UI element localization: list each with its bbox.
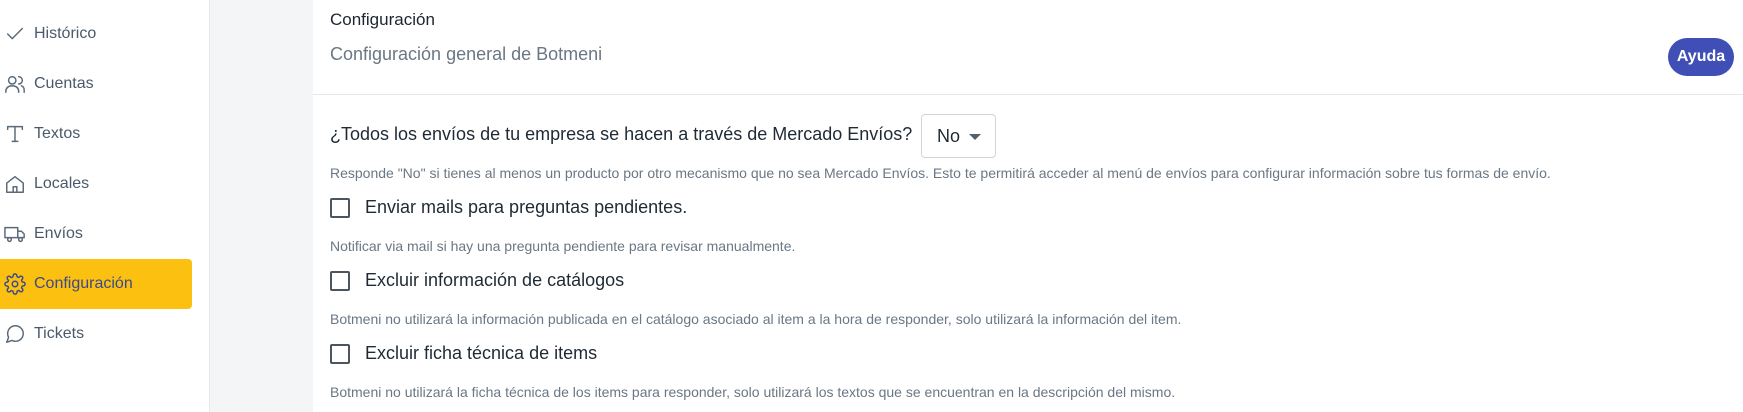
help-button[interactable]: Ayuda bbox=[1668, 38, 1734, 76]
option-pending-mails[interactable]: Enviar mails para preguntas pendientes. bbox=[330, 197, 687, 218]
sidebar-item-label: Textos bbox=[34, 125, 81, 142]
truck-icon bbox=[2, 221, 28, 247]
exclude-specs-hint: Botmeni no utilizará la ficha técnica de… bbox=[330, 384, 1176, 400]
pending-mails-label: Enviar mails para preguntas pendientes. bbox=[365, 197, 688, 217]
sidebar: Histórico Cuentas Textos Locales Envíos … bbox=[0, 0, 210, 412]
page-title: Configuración bbox=[330, 10, 435, 29]
sidebar-item-cuentas[interactable]: Cuentas bbox=[0, 59, 192, 109]
shipping-question: ¿Todos los envíos de tu empresa se hacen… bbox=[330, 124, 913, 144]
page-subtitle: Configuración general de Botmeni bbox=[330, 44, 603, 64]
sidebar-item-label: Envíos bbox=[34, 225, 83, 242]
sidebar-item-configuracion[interactable]: Configuración bbox=[0, 259, 192, 309]
exclude-specs-label: Excluir ficha técnica de items bbox=[365, 343, 598, 363]
option-exclude-specs[interactable]: Excluir ficha técnica de items bbox=[330, 343, 597, 364]
home-icon bbox=[2, 171, 28, 197]
shipping-hint: Responde "No" si tienes al menos un prod… bbox=[330, 165, 1551, 181]
sidebar-item-envios[interactable]: Envíos bbox=[0, 209, 192, 259]
page-header: Configuración Configuración general de B… bbox=[313, 0, 1743, 95]
sidebar-item-label: Tickets bbox=[34, 325, 85, 342]
exclude-catalogs-label: Excluir información de catálogos bbox=[365, 270, 625, 290]
exclude-catalogs-hint: Botmeni no utilizará la información publ… bbox=[330, 311, 1182, 327]
sidebar-item-tickets[interactable]: Tickets bbox=[0, 309, 192, 359]
chat-icon bbox=[2, 321, 28, 347]
sidebar-item-label: Cuentas bbox=[34, 75, 94, 92]
content-gutter bbox=[210, 0, 313, 412]
check-icon bbox=[2, 21, 28, 47]
sidebar-item-locales[interactable]: Locales bbox=[0, 159, 192, 209]
caret-down-icon bbox=[969, 134, 981, 140]
exclude-specs-checkbox[interactable] bbox=[330, 343, 350, 364]
shipping-select-value: No bbox=[937, 125, 961, 146]
sidebar-item-label: Configuración bbox=[34, 275, 133, 292]
sidebar-item-label: Locales bbox=[34, 175, 90, 192]
sidebar-item-label: Histórico bbox=[34, 25, 97, 42]
pending-mails-hint: Notificar via mail si hay una pregunta p… bbox=[330, 238, 796, 254]
main-content: Configuración Configuración general de B… bbox=[313, 0, 1743, 412]
exclude-catalogs-checkbox[interactable] bbox=[330, 270, 350, 291]
pending-mails-checkbox[interactable] bbox=[330, 197, 350, 218]
sidebar-item-historico[interactable]: Histórico bbox=[0, 9, 192, 59]
option-exclude-catalogs[interactable]: Excluir información de catálogos bbox=[330, 270, 624, 291]
text-icon bbox=[2, 121, 28, 147]
gear-icon bbox=[2, 271, 28, 297]
sidebar-item-textos[interactable]: Textos bbox=[0, 109, 192, 159]
users-icon bbox=[2, 71, 28, 97]
shipping-select[interactable]: No bbox=[921, 114, 996, 158]
